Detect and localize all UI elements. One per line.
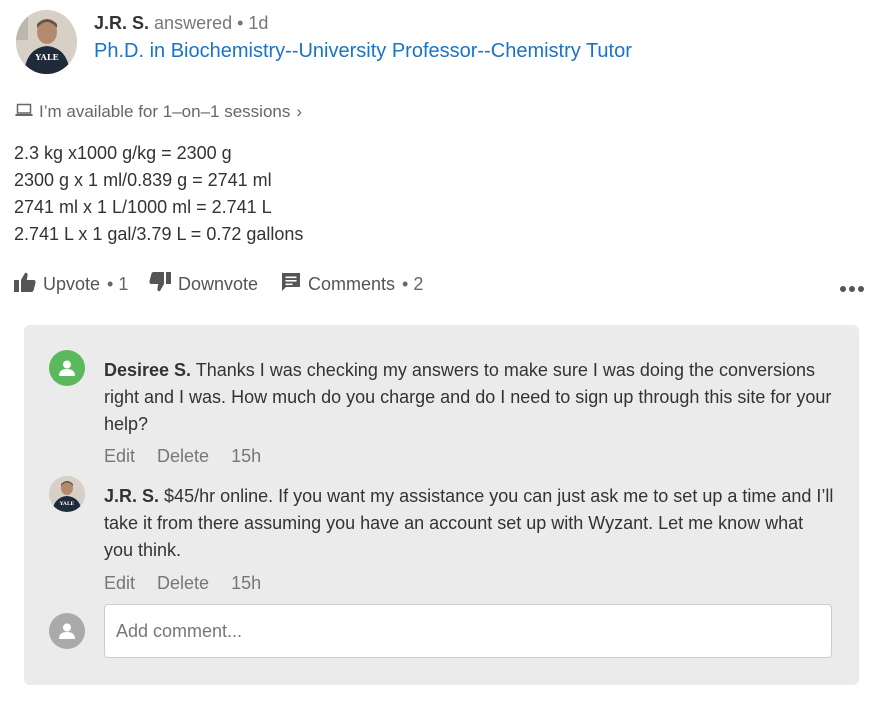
comment-text: J.R. S. $45/hr online. If you want my as… bbox=[104, 483, 834, 564]
more-options-icon[interactable] bbox=[840, 286, 864, 292]
thumbs-up-icon bbox=[14, 272, 36, 297]
answer-meta: answered • 1d bbox=[154, 13, 269, 33]
author-headline[interactable]: Ph.D. in Biochemistry--University Profes… bbox=[94, 40, 632, 63]
comments-label: Comments bbox=[308, 274, 396, 294]
laptop-icon bbox=[15, 102, 33, 122]
add-comment-input[interactable] bbox=[104, 604, 832, 658]
shirt-logo: YALE bbox=[34, 52, 58, 62]
downvote-label: Downvote bbox=[178, 274, 259, 294]
thumbs-down-icon bbox=[149, 272, 171, 297]
comments-button[interactable]: Comments • 2 bbox=[281, 272, 423, 297]
comment-meta: Edit Delete 15h bbox=[104, 446, 261, 467]
author-avatar-small[interactable]: YALE bbox=[49, 476, 85, 512]
upvote-button[interactable]: Upvote • 1 bbox=[14, 272, 128, 297]
answer-line: 2.741 L x 1 gal/3.79 L = 0.72 gallons bbox=[14, 224, 304, 244]
upvote-count: • 1 bbox=[107, 274, 129, 294]
user-avatar-icon[interactable] bbox=[49, 350, 85, 386]
chevron-right-icon: › bbox=[296, 102, 303, 121]
comment-timestamp: 15h bbox=[231, 573, 262, 593]
comment-body: $45/hr online. If you want my assistance… bbox=[104, 486, 834, 560]
author-name[interactable]: J.R. S. bbox=[94, 13, 149, 33]
current-user-avatar-icon bbox=[49, 613, 85, 649]
downvote-button[interactable]: Downvote bbox=[149, 272, 258, 297]
delete-comment-button[interactable]: Delete bbox=[157, 446, 209, 467]
comment-text: Desiree S. Thanks I was checking my answ… bbox=[104, 357, 834, 438]
edit-comment-button[interactable]: Edit bbox=[104, 446, 135, 467]
availability-link[interactable]: I’m available for 1–on–1 sessions › bbox=[15, 102, 302, 122]
delete-comment-button[interactable]: Delete bbox=[157, 573, 209, 594]
edit-comment-button[interactable]: Edit bbox=[104, 573, 135, 594]
comment-body: Thanks I was checking my answers to make… bbox=[104, 360, 832, 434]
upvote-label: Upvote bbox=[43, 274, 101, 294]
answer-actions: Upvote • 1 Downvote Comments • 2 bbox=[14, 272, 864, 302]
comment-author[interactable]: Desiree S. bbox=[104, 360, 191, 380]
answer-line: 2.3 kg x1000 g/kg = 2300 g bbox=[14, 143, 232, 163]
answer-line: 2741 ml x 1 L/1000 ml = 2.741 L bbox=[14, 197, 272, 217]
comment-meta: Edit Delete 15h bbox=[104, 573, 261, 594]
comment-timestamp: 15h bbox=[231, 446, 262, 466]
answer-line: 2300 g x 1 ml/0.839 g = 2741 ml bbox=[14, 170, 272, 190]
comments-count: • 2 bbox=[402, 274, 424, 294]
comments-panel: Desiree S. Thanks I was checking my answ… bbox=[24, 325, 859, 685]
author-line: J.R. S. answered • 1d bbox=[94, 13, 268, 34]
shirt-logo: YALE bbox=[59, 501, 75, 507]
answer-body: 2.3 kg x1000 g/kg = 2300 g 2300 g x 1 ml… bbox=[14, 140, 303, 248]
comment-author[interactable]: J.R. S. bbox=[104, 486, 159, 506]
author-avatar[interactable]: YALE bbox=[16, 10, 77, 74]
comment-icon bbox=[281, 272, 301, 297]
availability-text: I’m available for 1–on–1 sessions bbox=[39, 102, 291, 121]
